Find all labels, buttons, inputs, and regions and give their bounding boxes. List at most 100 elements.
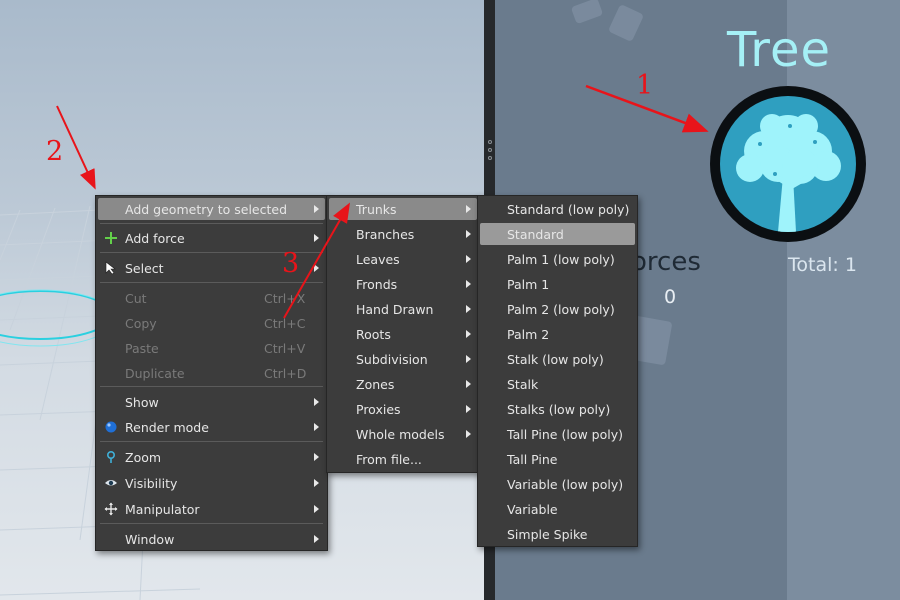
- submenu-arrow-icon: [314, 398, 319, 406]
- submenu-arrow-icon: [314, 453, 319, 461]
- menu-item-label: Cut: [125, 290, 147, 306]
- menu-item-label: Add force: [125, 230, 185, 246]
- cursor-icon: [105, 261, 116, 275]
- splitter-grip-icon[interactable]: [487, 140, 492, 160]
- trunk-item-stalk[interactable]: Stalk: [480, 373, 635, 395]
- menu-item-label: Tall Pine (low poly): [507, 426, 623, 442]
- submenu-arrow-icon: [314, 205, 319, 213]
- submenu-item-roots[interactable]: Roots: [329, 323, 477, 345]
- submenu-item-proxies[interactable]: Proxies: [329, 398, 477, 420]
- menu-item-visibility[interactable]: Visibility: [98, 472, 325, 494]
- submenu-arrow-icon: [466, 255, 471, 263]
- menu-item-paste[interactable]: Paste Ctrl+V: [98, 337, 325, 359]
- menu-item-label: Variable: [507, 501, 558, 517]
- trunk-item-palm-2[interactable]: Palm 2: [480, 323, 635, 345]
- submenu-arrow-icon: [314, 423, 319, 431]
- submenu-arrow-icon: [314, 505, 319, 513]
- menu-item-shortcut: Ctrl+V: [264, 340, 306, 356]
- menu-item-label: Paste: [125, 340, 159, 356]
- menu-item-label: From file...: [356, 451, 422, 467]
- tree-node-badge[interactable]: [710, 86, 866, 242]
- menu-item-label: Leaves: [356, 251, 400, 267]
- menu-divider: [100, 223, 323, 224]
- trunk-item-tall-pine-low-poly[interactable]: Tall Pine (low poly): [480, 423, 635, 445]
- tree-title: Tree: [727, 22, 832, 78]
- menu-item-label: Render mode: [125, 419, 209, 435]
- submenu-item-subdivision[interactable]: Subdivision: [329, 348, 477, 370]
- eye-icon: [105, 480, 117, 486]
- menu-item-add-geometry[interactable]: Add geometry to selected: [98, 198, 325, 220]
- menu-item-zoom[interactable]: Zoom: [98, 446, 325, 468]
- tree-icon: [720, 96, 856, 232]
- menu-item-label: Simple Spike: [507, 526, 588, 542]
- menu-item-show[interactable]: Show: [98, 391, 325, 413]
- annotation-number-1: 1: [636, 70, 654, 101]
- menu-divider: [100, 386, 323, 387]
- menu-item-label: Stalk: [507, 376, 539, 392]
- menu-item-label: Palm 1 (low poly): [507, 251, 615, 267]
- menu-item-label: Variable (low poly): [507, 476, 624, 492]
- trunk-item-tall-pine[interactable]: Tall Pine: [480, 448, 635, 470]
- trunk-item-palm-1-low-poly[interactable]: Palm 1 (low poly): [480, 248, 635, 270]
- menu-item-label: Roots: [356, 326, 391, 342]
- submenu-item-zones[interactable]: Zones: [329, 373, 477, 395]
- menu-item-label: Zoom: [125, 449, 162, 465]
- menu-item-label: Standard: [507, 226, 564, 242]
- submenu-item-fronds[interactable]: Fronds: [329, 273, 477, 295]
- menu-item-manipulator[interactable]: Manipulator: [98, 498, 325, 520]
- submenu-arrow-icon: [314, 535, 319, 543]
- submenu-arrow-icon: [314, 264, 319, 272]
- submenu-arrow-icon: [466, 280, 471, 288]
- menu-item-label: Branches: [356, 226, 415, 242]
- trunk-item-palm-2-low-poly[interactable]: Palm 2 (low poly): [480, 298, 635, 320]
- submenu-arrow-icon: [466, 355, 471, 363]
- menu-item-label: Trunks: [356, 201, 397, 217]
- trunk-item-standard[interactable]: Standard: [480, 223, 635, 245]
- sphere-icon: [105, 421, 117, 433]
- submenu-arrow-icon: [314, 234, 319, 242]
- menu-item-label: Fronds: [356, 276, 398, 292]
- trunk-item-stalks-low-poly[interactable]: Stalks (low poly): [480, 398, 635, 420]
- submenu-arrow-icon: [466, 380, 471, 388]
- submenu-item-from-file[interactable]: From file...: [329, 448, 477, 470]
- menu-item-shortcut: Ctrl+X: [264, 290, 306, 306]
- forces-label: orces: [631, 247, 701, 277]
- trunk-item-stalk-low-poly[interactable]: Stalk (low poly): [480, 348, 635, 370]
- menu-item-copy[interactable]: Copy Ctrl+C: [98, 312, 325, 334]
- menu-item-add-force[interactable]: Add force: [98, 227, 325, 249]
- menu-item-label: Palm 2 (low poly): [507, 301, 615, 317]
- menu-item-label: Hand Drawn: [356, 301, 434, 317]
- menu-divider: [100, 282, 323, 283]
- trunk-item-palm-1[interactable]: Palm 1: [480, 273, 635, 295]
- menu-item-label: Add geometry to selected: [125, 201, 288, 217]
- faded-icon: [570, 0, 604, 25]
- menu-item-render-mode[interactable]: Render mode: [98, 416, 325, 438]
- plus-icon: [105, 232, 117, 244]
- total-count: Total: 1: [788, 254, 857, 276]
- submenu-item-branches[interactable]: Branches: [329, 223, 477, 245]
- menu-item-shortcut: Ctrl+D: [264, 365, 307, 381]
- submenu-arrow-icon: [314, 479, 319, 487]
- submenu-arrow-icon: [466, 230, 471, 238]
- menu-item-duplicate[interactable]: Duplicate Ctrl+D: [98, 362, 325, 384]
- submenu-item-hand-drawn[interactable]: Hand Drawn: [329, 298, 477, 320]
- trunk-item-variable-low-poly[interactable]: Variable (low poly): [480, 473, 635, 495]
- submenu-item-whole-models[interactable]: Whole models: [329, 423, 477, 445]
- menu-item-label: Whole models: [356, 426, 445, 442]
- annotation-number-3: 3: [282, 248, 300, 279]
- menu-item-label: Palm 2: [507, 326, 550, 342]
- menu-item-window[interactable]: Window: [98, 528, 325, 550]
- trunk-item-simple-spike[interactable]: Simple Spike: [480, 523, 635, 545]
- menu-item-label: Copy: [125, 315, 157, 331]
- menu-item-cut[interactable]: Cut Ctrl+X: [98, 287, 325, 309]
- menu-item-shortcut: Ctrl+C: [264, 315, 306, 331]
- trunk-item-variable[interactable]: Variable: [480, 498, 635, 520]
- menu-divider: [100, 441, 323, 442]
- submenu-item-trunks[interactable]: Trunks: [329, 198, 477, 220]
- submenu-item-leaves[interactable]: Leaves: [329, 248, 477, 270]
- trunk-item-standard-low-poly[interactable]: Standard (low poly): [480, 198, 635, 220]
- menu-item-label: Proxies: [356, 401, 401, 417]
- submenu-arrow-icon: [466, 405, 471, 413]
- menu-item-label: Tall Pine: [507, 451, 558, 467]
- menu-item-label: Stalks (low poly): [507, 401, 611, 417]
